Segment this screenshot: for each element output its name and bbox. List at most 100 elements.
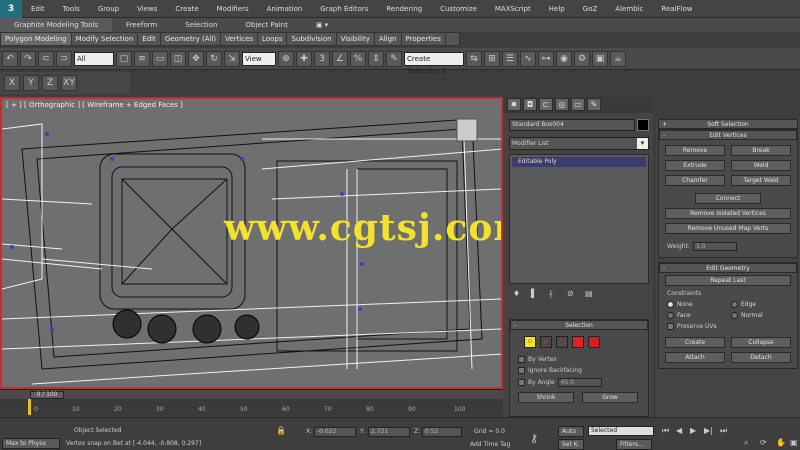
by-vertex-checkbox[interactable] xyxy=(518,356,525,363)
none-radio[interactable] xyxy=(667,301,674,308)
key-filter-select[interactable]: Selected xyxy=(588,426,654,436)
display-tab-icon[interactable]: ▭ xyxy=(571,98,585,111)
menu-group[interactable]: Group xyxy=(89,0,128,18)
detach-button[interactable]: Detach xyxy=(731,352,791,363)
face-radio[interactable] xyxy=(667,312,674,319)
soft-selection-rollout-title[interactable]: + Soft Selection xyxy=(658,119,798,129)
orbit-icon[interactable]: ⟳ xyxy=(760,438,767,447)
menu-help[interactable]: Help xyxy=(540,0,574,18)
tab-freeform[interactable]: Freeform xyxy=(112,18,171,32)
normal-radio[interactable] xyxy=(731,312,738,319)
scale-icon[interactable]: ⇲ xyxy=(224,50,240,67)
element-level-icon[interactable] xyxy=(588,336,600,348)
extrude-button[interactable]: Extrude xyxy=(665,160,725,171)
subtab-vertices[interactable]: Vertices xyxy=(221,33,259,45)
render-setup-icon[interactable]: ⚙ xyxy=(574,50,590,67)
by-angle-checkbox[interactable] xyxy=(518,379,525,386)
y-coordinate-field[interactable]: 2.721 xyxy=(368,427,410,437)
menu-alembic[interactable]: Alembic xyxy=(606,0,652,18)
track-bar[interactable]: 0 10 20 30 40 50 60 70 80 90 100 xyxy=(0,399,503,415)
edit-named-sel-icon[interactable]: ✎ xyxy=(386,50,402,67)
subtab-visibility[interactable]: Visibility xyxy=(337,33,375,45)
app-logo[interactable]: 3 xyxy=(0,0,22,18)
y-axis-icon[interactable]: Y xyxy=(23,75,39,91)
auto-key-button[interactable]: Auto xyxy=(558,426,584,437)
modifier-list-select[interactable]: Modifier List ▾ xyxy=(509,137,649,150)
menu-goz[interactable]: GoZ xyxy=(574,0,607,18)
time-slider-handle[interactable]: 0 / 100 xyxy=(30,391,64,399)
menu-maxscript[interactable]: MAXScript xyxy=(486,0,540,18)
manipulate-icon[interactable]: ✚ xyxy=(296,50,312,67)
object-color-swatch[interactable] xyxy=(637,119,649,131)
key-filters-button[interactable]: Filters... xyxy=(616,439,652,450)
remove-isolated-button[interactable]: Remove Isolated Vertices xyxy=(665,208,791,219)
selection-rollout-title[interactable]: - Selection xyxy=(510,320,648,330)
tab-selection[interactable]: Selection xyxy=(171,18,231,32)
create-tab-icon[interactable]: ✹ xyxy=(507,98,521,111)
tab-object-paint[interactable]: Object Paint xyxy=(231,18,301,32)
selection-filter-select[interactable]: All xyxy=(74,51,114,66)
subtab-edit[interactable]: Edit xyxy=(138,33,161,45)
remove-modifier-icon[interactable]: ⊘ xyxy=(567,289,577,299)
pan-icon[interactable]: ✋ xyxy=(776,438,786,447)
show-end-result-icon[interactable]: ▌ xyxy=(531,289,541,299)
menu-create[interactable]: Create xyxy=(166,0,207,18)
snap-toggle-icon[interactable]: 3 xyxy=(314,50,330,67)
constraint-face[interactable]: Face xyxy=(667,312,725,319)
repeat-last-button[interactable]: Repeat Last xyxy=(665,275,791,286)
mirror-icon[interactable]: ⇆ xyxy=(466,50,482,67)
select-move-icon[interactable]: ✥ xyxy=(188,50,204,67)
goto-start-icon[interactable]: ⏮ xyxy=(662,426,669,436)
select-object-icon[interactable]: ▢ xyxy=(116,50,132,67)
subtab-geometry-all[interactable]: Geometry (All) xyxy=(161,33,222,45)
collapse-button[interactable]: Collapse xyxy=(731,337,791,348)
menu-rendering[interactable]: Rendering xyxy=(377,0,431,18)
polygon-level-icon[interactable] xyxy=(572,336,584,348)
menu-realflow[interactable]: RealFlow xyxy=(652,0,701,18)
menu-edit[interactable]: Edit xyxy=(22,0,54,18)
remove-button[interactable]: Remove xyxy=(665,145,725,156)
key-icon[interactable]: ⚷ xyxy=(530,432,538,445)
viewport[interactable]: [ + ] [ Orthographic ] [ Wireframe + Edg… xyxy=(0,97,503,389)
create-button[interactable]: Create xyxy=(665,337,725,348)
set-key-button[interactable]: Set K. xyxy=(558,439,584,450)
configure-sets-icon[interactable]: ▤ xyxy=(585,289,595,299)
weld-button[interactable]: Weld xyxy=(731,160,791,171)
lock-selection-icon[interactable]: 🔒 xyxy=(276,426,286,435)
remove-unused-button[interactable]: Remove Unused Map Verts xyxy=(665,223,791,234)
subtab-align[interactable]: Align xyxy=(375,33,402,45)
ribbon-options-icon[interactable]: ▣ ▾ xyxy=(302,18,342,32)
utilities-tab-icon[interactable]: ✎ xyxy=(587,98,601,111)
play-icon[interactable]: ▶ xyxy=(690,426,696,435)
edit-geometry-rollout-title[interactable]: - Edit Geometry xyxy=(659,263,797,273)
ignore-backfacing-checkbox[interactable] xyxy=(518,367,525,374)
named-selection-select[interactable]: Create Selection S xyxy=(404,51,464,75)
add-time-tag[interactable]: Add Time Tag xyxy=(470,441,510,448)
x-axis-icon[interactable]: X xyxy=(4,75,20,91)
align-icon[interactable]: ⊞ xyxy=(484,50,500,67)
rotate-icon[interactable]: ↻ xyxy=(206,50,222,67)
tab-graphite-modeling[interactable]: Graphite Modeling Tools xyxy=(0,18,113,32)
angle-snap-icon[interactable]: ∠ xyxy=(332,50,348,67)
vertex-level-icon[interactable]: ⁘ xyxy=(524,336,536,348)
subtab-subdivision[interactable]: Subdivision xyxy=(287,33,337,45)
grow-button[interactable]: Grow xyxy=(582,392,638,403)
menu-graph-editors[interactable]: Graph Editors xyxy=(311,0,377,18)
xy-axis-icon[interactable]: XY xyxy=(61,75,77,91)
menu-customize[interactable]: Customize xyxy=(431,0,486,18)
connect-button[interactable]: Connect xyxy=(695,193,761,204)
shrink-button[interactable]: Shrink xyxy=(518,392,574,403)
chevron-down-icon[interactable]: ▾ xyxy=(637,138,648,149)
material-editor-icon[interactable]: ◉ xyxy=(556,50,572,67)
edge-radio[interactable] xyxy=(731,301,738,308)
break-button[interactable]: Break xyxy=(731,145,791,156)
window-crossing-icon[interactable]: ◫ xyxy=(170,50,186,67)
zoom-icon[interactable]: ⌕ xyxy=(744,438,748,448)
reference-coord-select[interactable]: View xyxy=(242,51,276,66)
stack-item-editable-poly[interactable]: Editable Poly xyxy=(512,157,646,167)
x-coordinate-field[interactable]: -0.022 xyxy=(314,427,356,437)
subtab-loops[interactable]: Loops xyxy=(258,33,288,45)
render-icon[interactable]: ☕ xyxy=(610,50,626,67)
weight-field[interactable]: 1.0 xyxy=(692,242,737,251)
next-frame-icon[interactable]: ▶| xyxy=(704,426,713,435)
